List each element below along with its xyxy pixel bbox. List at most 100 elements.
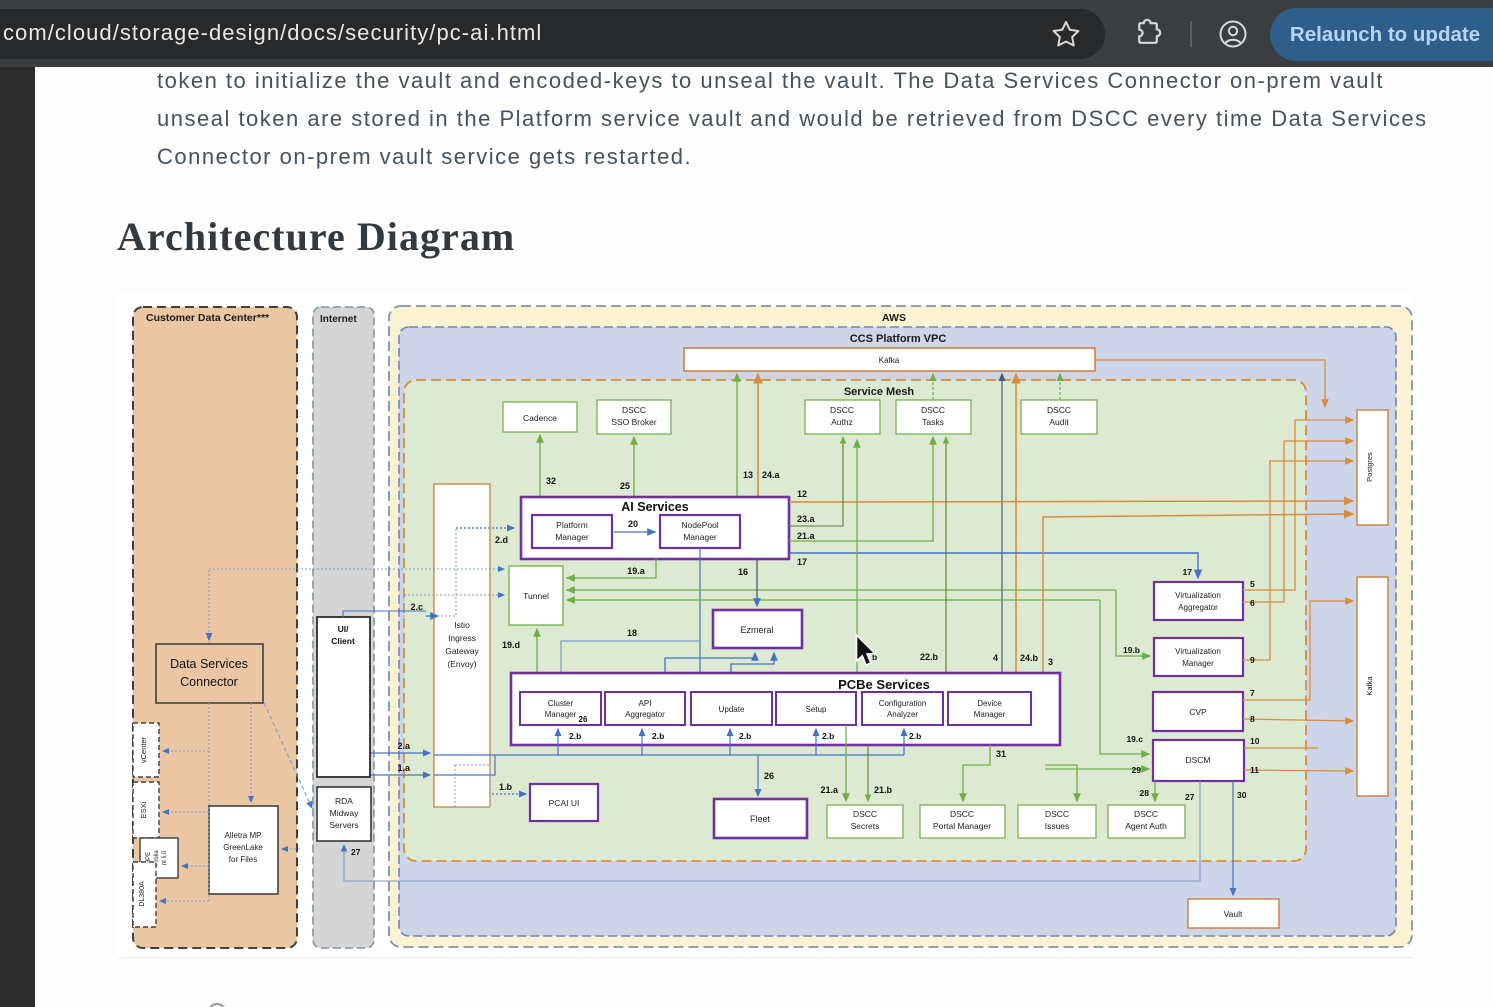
svg-text:2.b: 2.b	[652, 731, 664, 741]
svg-text:32: 32	[546, 476, 556, 486]
svg-text:Servers: Servers	[329, 820, 358, 830]
svg-text:Fleet: Fleet	[750, 814, 771, 824]
svg-text:3: 3	[1048, 657, 1053, 667]
svg-text:PCAI UI: PCAI UI	[549, 798, 580, 808]
svg-text:30: 30	[1237, 790, 1247, 800]
svg-text:Tasks: Tasks	[922, 417, 944, 427]
svg-text:19.c: 19.c	[1126, 734, 1143, 744]
svg-text:Authz: Authz	[831, 417, 853, 427]
svg-text:GreenLake: GreenLake	[223, 843, 263, 852]
svg-text:2.b: 2.b	[739, 731, 751, 741]
svg-text:Connector: Connector	[180, 675, 238, 689]
svg-text:Data Services: Data Services	[170, 657, 248, 671]
svg-text:20: 20	[628, 519, 638, 529]
svg-text:nt li.0: nt li.0	[162, 850, 168, 865]
svg-text:5: 5	[1250, 579, 1255, 589]
svg-text:vCenter: vCenter	[139, 736, 148, 763]
svg-text:DL380A: DL380A	[139, 881, 146, 907]
svg-text:6: 6	[1250, 598, 1255, 608]
svg-text:19.b: 19.b	[1123, 645, 1140, 655]
svg-text:24.a: 24.a	[762, 470, 781, 480]
svg-text:API: API	[639, 699, 652, 708]
svg-text:10: 10	[1250, 736, 1260, 746]
svg-text:Client: Client	[331, 636, 355, 646]
svg-text:11: 11	[1250, 765, 1259, 775]
svg-text:Aggregator: Aggregator	[625, 710, 665, 719]
svg-text:DSCM: DSCM	[1185, 755, 1210, 765]
svg-text:DSCC: DSCC	[830, 405, 854, 415]
svg-text:8: 8	[1250, 714, 1255, 724]
svg-text:7: 7	[1250, 688, 1255, 698]
svg-text:Portal Manager: Portal Manager	[933, 821, 991, 831]
svg-text:31: 31	[996, 749, 1006, 759]
svg-text:Vault: Vault	[1224, 909, 1243, 919]
svg-text:CCS Platform VPC: CCS Platform VPC	[850, 333, 947, 345]
svg-text:Device: Device	[977, 699, 1002, 708]
svg-text:DSCC: DSCC	[853, 809, 877, 819]
svg-text:Secrets: Secrets	[851, 821, 880, 831]
svg-text:DSCC: DSCC	[1047, 405, 1071, 415]
svg-text:Customer Data Center***: Customer Data Center***	[146, 312, 270, 324]
svg-text:Manager: Manager	[683, 532, 717, 542]
svg-text:22.b: 22.b	[920, 652, 939, 662]
svg-text:Manager: Manager	[555, 532, 589, 542]
svg-text:Platform: Platform	[556, 520, 588, 530]
svg-text:Service Mesh: Service Mesh	[844, 386, 915, 398]
svg-text:21.a: 21.a	[797, 531, 816, 541]
svg-text:Kafka: Kafka	[1365, 676, 1374, 696]
svg-text:28: 28	[1140, 788, 1150, 798]
svg-text:1.a: 1.a	[397, 763, 411, 773]
svg-text:2.a: 2.a	[397, 741, 411, 751]
svg-text:26: 26	[579, 715, 588, 724]
svg-text:24.b: 24.b	[1020, 653, 1039, 663]
svg-text:Manager: Manager	[545, 710, 577, 719]
svg-text:Audit: Audit	[1049, 417, 1069, 427]
svg-text:Postgres: Postgres	[1365, 452, 1374, 482]
svg-text:Analyzer: Analyzer	[887, 710, 918, 719]
svg-text:25: 25	[620, 481, 630, 491]
svg-text:2.b: 2.b	[909, 731, 921, 741]
svg-text:23.a: 23.a	[797, 514, 816, 524]
svg-text:Midway: Midway	[330, 808, 360, 818]
svg-text:9: 9	[1250, 655, 1255, 665]
svg-text:Kafka: Kafka	[879, 356, 900, 365]
svg-text:Issues: Issues	[1045, 821, 1070, 831]
svg-text:18: 18	[627, 628, 637, 638]
svg-text:Gateway: Gateway	[445, 646, 479, 656]
svg-text:1.b: 1.b	[499, 782, 513, 792]
svg-text:Ezmeral: Ezmeral	[740, 625, 773, 635]
svg-text:26: 26	[764, 771, 774, 781]
svg-text:Internet: Internet	[320, 314, 357, 325]
svg-text:NodePool: NodePool	[681, 520, 718, 530]
svg-text:Virtualization: Virtualization	[1175, 591, 1221, 600]
svg-text:2.b: 2.b	[822, 731, 834, 741]
svg-text:Manager: Manager	[1182, 659, 1214, 668]
svg-text:DSCC: DSCC	[1045, 809, 1069, 819]
svg-text:DSCC: DSCC	[921, 405, 945, 415]
svg-text:RDA: RDA	[335, 796, 353, 806]
svg-text:AI Services: AI Services	[621, 500, 688, 514]
svg-text:Tunnel: Tunnel	[523, 591, 549, 601]
svg-text:Configuration: Configuration	[879, 699, 927, 708]
svg-text:21.a: 21.a	[820, 785, 839, 795]
svg-text:(Envoy): (Envoy)	[447, 659, 476, 669]
svg-text:2.b: 2.b	[569, 731, 581, 741]
svg-text:17: 17	[797, 557, 807, 567]
svg-text:Aggregator: Aggregator	[1178, 603, 1218, 612]
svg-text:12: 12	[797, 489, 807, 499]
svg-text:Ingress: Ingress	[448, 633, 476, 643]
svg-text:19.d: 19.d	[502, 640, 520, 650]
svg-text:Setup: Setup	[806, 705, 827, 714]
svg-text:SSO Broker: SSO Broker	[611, 417, 657, 427]
svg-text:16: 16	[738, 567, 748, 577]
svg-text:DSCC: DSCC	[1134, 809, 1158, 819]
svg-text:19.a: 19.a	[627, 566, 646, 576]
svg-text:27: 27	[351, 847, 361, 857]
svg-text:21.b: 21.b	[874, 785, 893, 795]
svg-text:DSCC: DSCC	[622, 405, 646, 415]
svg-text:Istio: Istio	[454, 620, 470, 630]
svg-text:29: 29	[1132, 765, 1142, 775]
svg-text:27: 27	[1185, 792, 1195, 802]
svg-text:2.d: 2.d	[495, 535, 508, 545]
svg-text:4: 4	[993, 653, 998, 663]
